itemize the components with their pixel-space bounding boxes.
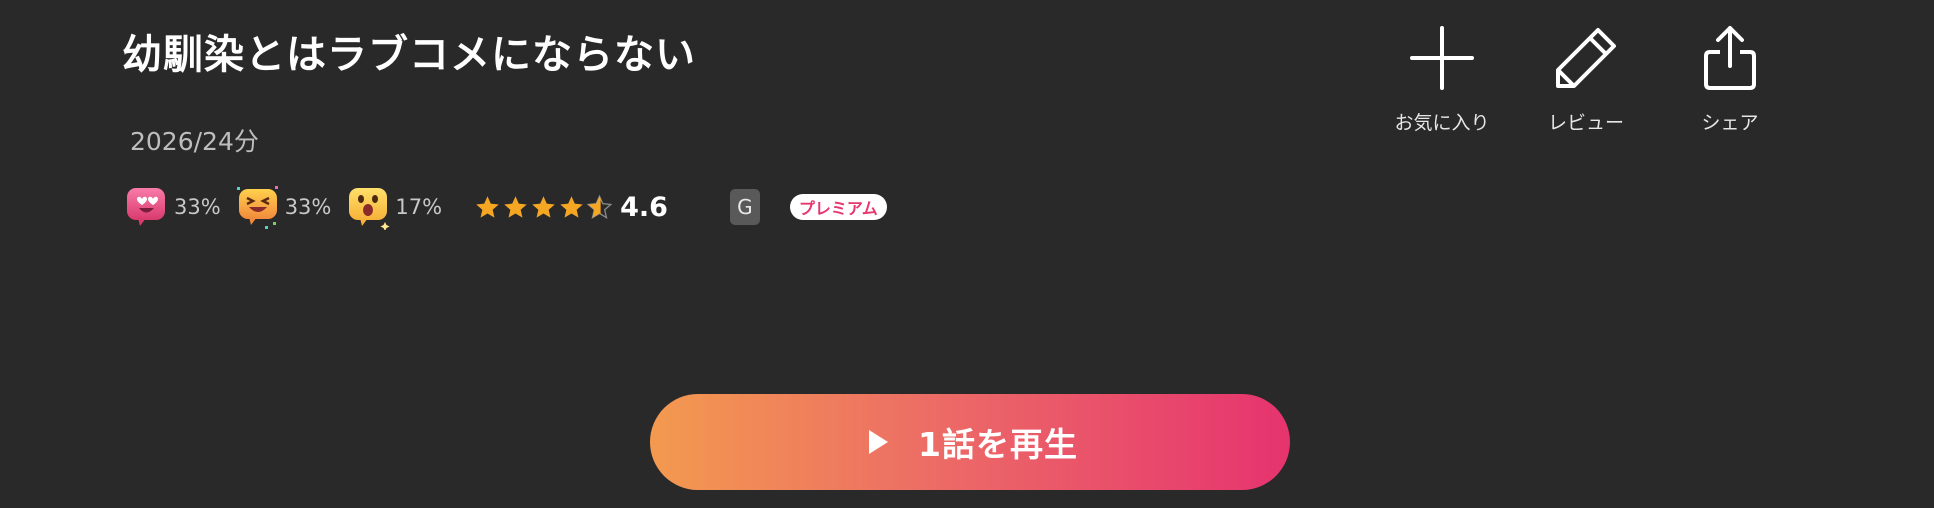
- play-episode-button[interactable]: 1話を再生: [650, 394, 1290, 490]
- reaction-percent: 17%: [395, 195, 443, 219]
- star-icon: [560, 195, 583, 218]
- surprised-emoji-icon: [349, 188, 390, 230]
- premium-badge: プレミアム: [789, 194, 887, 220]
- star-rating: 4.6: [474, 192, 668, 223]
- rating-value: 4.6: [620, 191, 668, 223]
- favorite-label: お気に入り: [1394, 112, 1490, 134]
- share-button[interactable]: シェア: [1658, 24, 1802, 135]
- heart-eyes-emoji-icon: [127, 188, 165, 226]
- reaction-surprised[interactable]: 17%: [345, 184, 442, 230]
- reaction-percent: 33%: [284, 195, 332, 219]
- star-icon: [476, 195, 499, 218]
- age-rating-badge: G: [729, 189, 760, 225]
- favorite-button[interactable]: お気に入り: [1370, 24, 1514, 135]
- review-label: レビュー: [1547, 112, 1624, 134]
- reaction-percent: 33%: [174, 195, 221, 219]
- play-icon: [869, 430, 889, 454]
- play-button-label: 1話を再生: [918, 425, 1078, 464]
- star-icon: [504, 195, 527, 218]
- page-title: 幼馴染とはラブコメにならない: [122, 32, 696, 78]
- star-icon: [532, 195, 555, 218]
- reaction-laughing[interactable]: 33%: [235, 184, 332, 230]
- pencil-icon: [1556, 28, 1616, 88]
- action-bar: お気に入り レビュー シェア: [1370, 24, 1802, 135]
- year-duration-meta: 2026/24分: [130, 127, 259, 156]
- share-icon: [1704, 26, 1756, 90]
- share-label: シェア: [1701, 112, 1759, 134]
- review-button[interactable]: レビュー: [1514, 24, 1658, 135]
- reaction-heart-eyes[interactable]: 33%: [124, 184, 221, 230]
- half-star-icon: [586, 194, 613, 219]
- plus-icon: [1410, 26, 1474, 90]
- stats-row: 33% 33% 17% 4.6 G プレミアム: [124, 182, 887, 232]
- laughing-party-emoji-icon: [236, 186, 278, 229]
